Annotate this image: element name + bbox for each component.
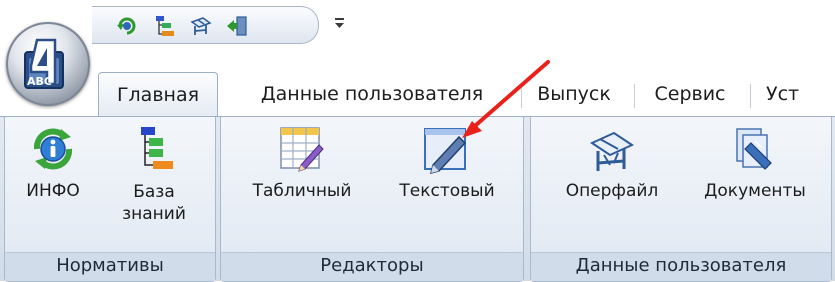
refresh-icon[interactable] [115,14,139,38]
group-title-normatives: Нормативы [5,252,215,281]
group-editors: Табличный Текстовый Редакторы [220,117,524,282]
tab-separator [750,84,751,108]
ribbon-tab-strip: Главная Данные пользователя Выпуск Серви… [0,64,835,118]
group-user-data: Оперфайл Документы Данные пользователя [530,117,832,282]
tab-service[interactable]: Сервис [644,72,736,116]
table-editor-button-label: Табличный [252,181,352,201]
exit-icon[interactable] [225,14,249,38]
text-editor-icon [424,128,467,175]
documents-button-label: Документы [704,181,806,201]
tab-user-data[interactable]: Данные пользователя [238,72,506,116]
info-icon [33,128,73,170]
tab-separator [521,84,522,108]
group-title-user-data: Данные пользователя [531,252,831,281]
workbench-icon[interactable] [189,14,213,38]
knowledge-base-button-label: База знаний [122,182,186,224]
operfile-button-label: Оперфайл [565,181,659,201]
operfile-icon [589,131,635,171]
structure-icon[interactable] [153,14,177,38]
group-title-editors: Редакторы [221,252,523,281]
knowledge-base-icon [141,127,173,169]
customize-toolbar-dropdown[interactable] [331,11,349,35]
tab-settings-partial[interactable]: Уст [766,72,835,116]
documents-icon [736,128,772,170]
tab-glavnaya[interactable]: Главная [98,72,218,118]
text-editor-button-label: Текстовый [399,181,495,201]
tab-separator [634,84,635,108]
group-normatives: ИНФО База знаний Нормативы [4,117,216,282]
tab-release[interactable]: Выпуск [528,72,620,116]
info-button-label: ИНФО [26,181,80,201]
table-editor-icon [280,127,324,172]
ribbon-body: ИНФО База знаний Нормативы Табличный Тек… [0,116,835,282]
